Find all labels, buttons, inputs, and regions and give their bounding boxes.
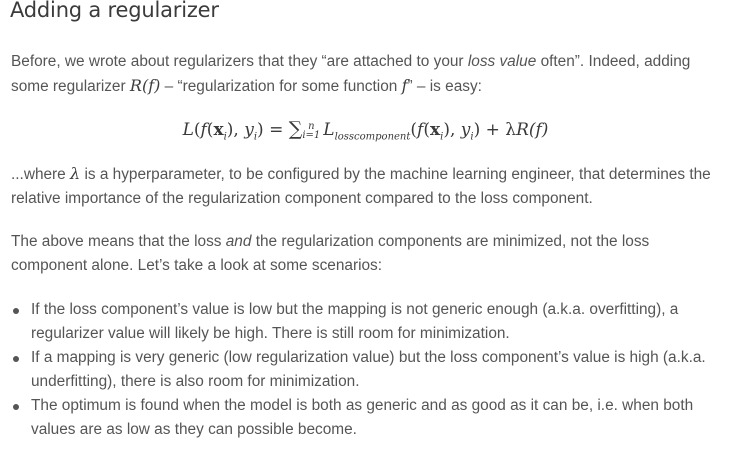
formula-comma-2: ), (443, 120, 461, 140)
formula-y-2: y (460, 120, 471, 140)
math-lambda: λ (70, 164, 81, 183)
math-R: R (129, 76, 142, 95)
formula-L: L (182, 120, 194, 140)
formula-comma: ), (226, 120, 245, 140)
hyper-text-1: ...where (11, 166, 71, 183)
formula-sum: ∑ (288, 118, 303, 140)
formula-paren-4: ( (423, 120, 430, 140)
intro-text-4: ” – is easy: (407, 78, 482, 95)
formula-lambda: λ (505, 120, 517, 140)
bullet-icon (13, 404, 19, 410)
scenarios-paragraph: The above means that the loss and the re… (11, 230, 727, 278)
formula-y: y (244, 120, 254, 140)
scenario-list: If the loss component’s value is low but… (0, 298, 731, 442)
formula-x-2: x (429, 120, 441, 140)
hyperparameter-paragraph: ...where λ is a hyperparameter, to be co… (11, 162, 727, 211)
formula-equals: ) = (257, 120, 289, 140)
formula-L-loss: L (323, 120, 335, 140)
intro-emphasis: loss value (467, 53, 537, 70)
math-of-f: (f) (141, 76, 161, 95)
formula-x: x (213, 120, 224, 140)
bullet-icon (13, 308, 19, 314)
formula-plus: + (480, 120, 506, 140)
list-item-text: If a mapping is very generic (low regula… (31, 349, 706, 390)
scen-emphasis: and (225, 233, 252, 250)
formula-sum-lower: i=1 (302, 129, 321, 141)
intro-paragraph: Before, we wrote about regularizers that… (11, 50, 727, 99)
intro-text-1: Before, we wrote about regularizers that… (11, 53, 468, 70)
formula-R-arg: (f) (528, 120, 549, 140)
list-item: If a mapping is very generic (low regula… (0, 346, 731, 394)
scen-text-1: The above means that the loss (11, 233, 226, 250)
formula-R: R (516, 120, 529, 140)
list-item: The optimum is found when the model is b… (0, 394, 731, 442)
list-item-text: The optimum is found when the model is b… (31, 397, 694, 438)
list-item: If the loss component’s value is low but… (0, 298, 731, 346)
list-item-text: If the loss component’s value is low but… (31, 301, 679, 342)
bullet-icon (13, 356, 19, 362)
hyper-text-2: is a hyperparameter, to be configured by… (11, 166, 711, 207)
formula-paren: ( (193, 120, 201, 140)
loss-formula: L(f(xi), yi) = ∑ n i=1 Llosscomponent(f(xi)… (0, 118, 731, 142)
intro-text-3: – “regularization for some function (160, 78, 402, 95)
formula-loss-sub: losscomponent (334, 131, 411, 143)
section-heading: Adding a regularizer (10, 0, 219, 22)
